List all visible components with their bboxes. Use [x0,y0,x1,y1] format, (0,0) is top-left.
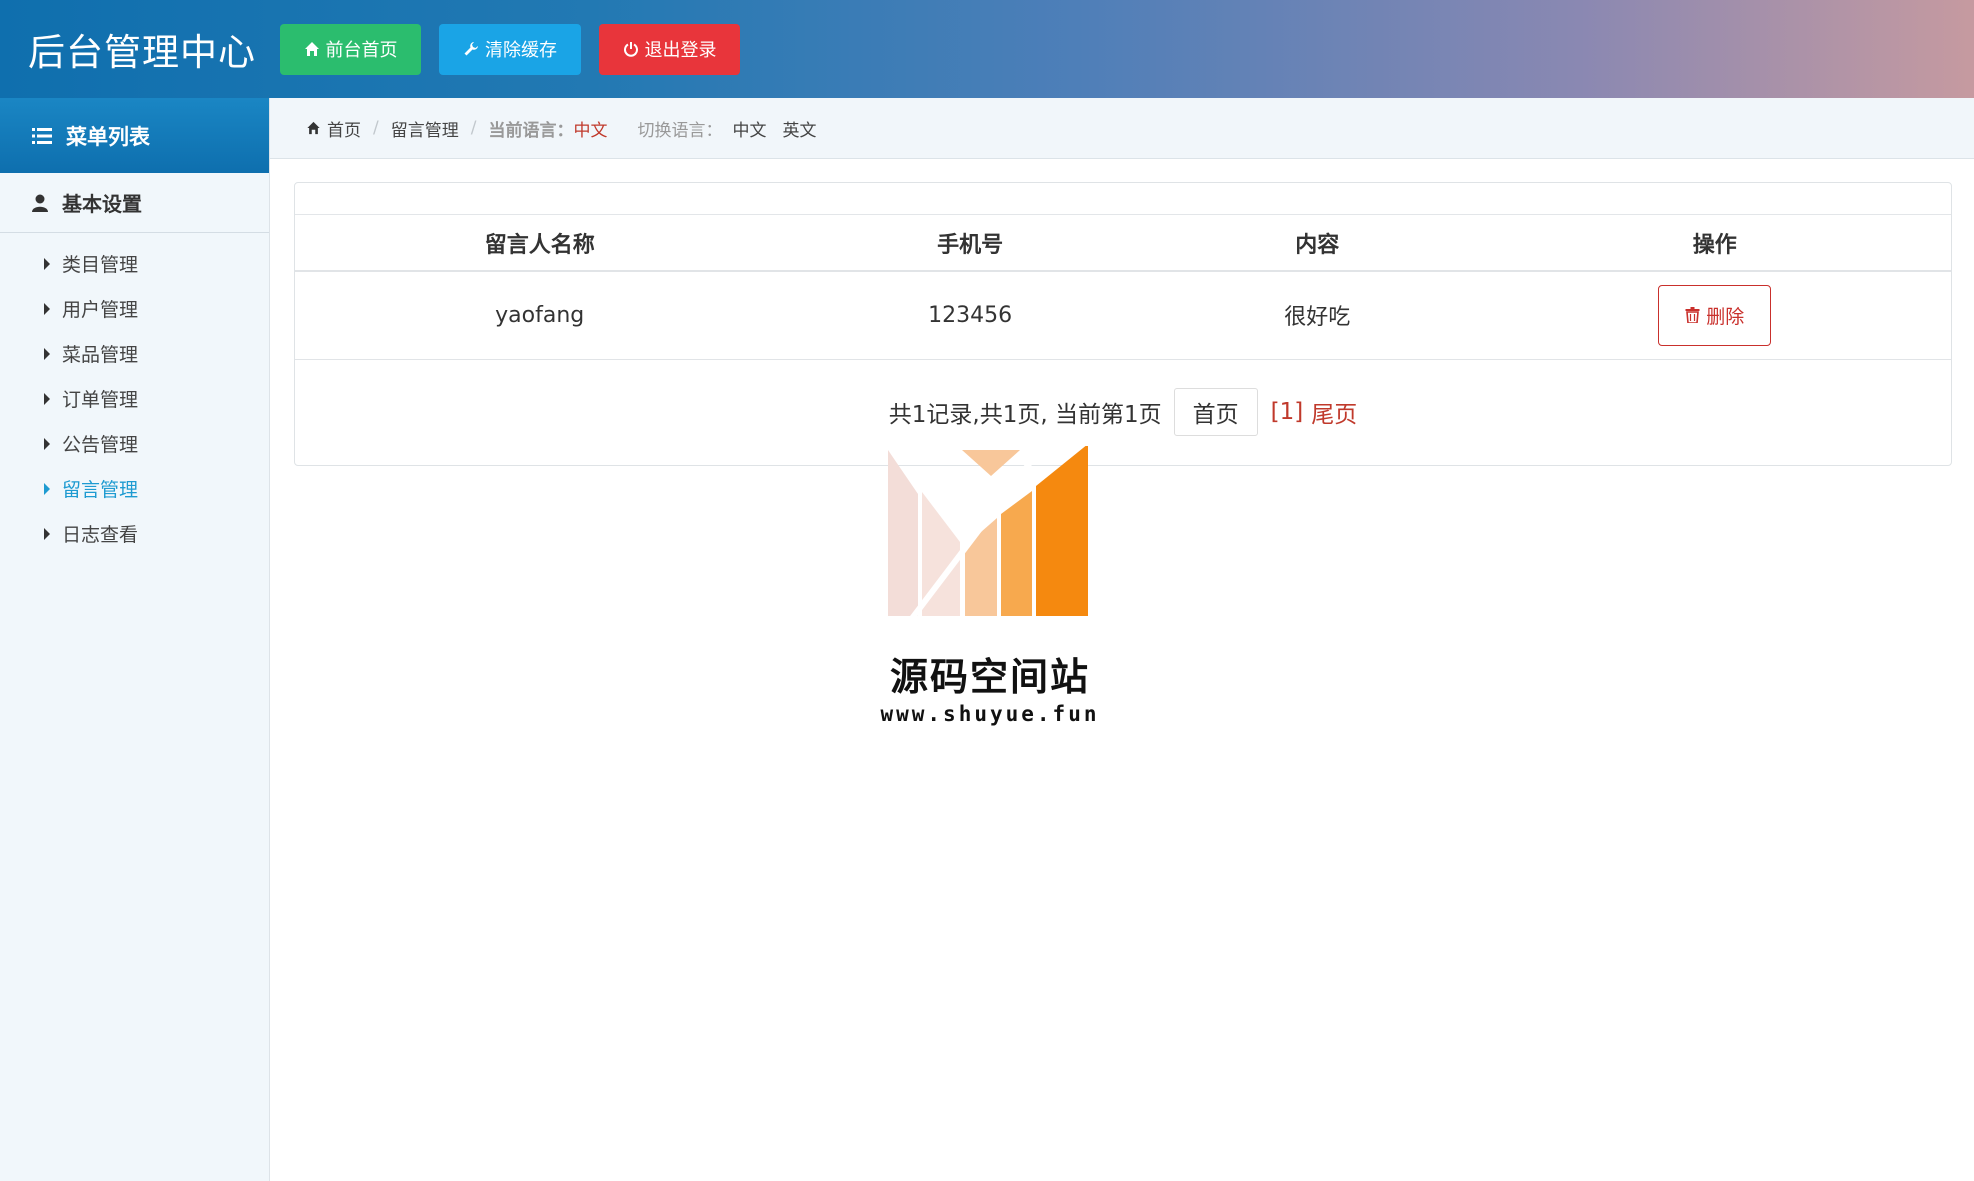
sidebar-item-messages[interactable]: 留言管理 [0,466,269,511]
sidebar-item-label: 订单管理 [62,389,139,411]
panel-heading [295,183,1951,215]
current-language-value: 中文 [573,120,608,141]
basic-settings-section[interactable]: 基本设置 [0,173,269,233]
basic-settings-title: 基本设置 [62,192,142,216]
caret-right-icon [44,437,50,450]
breadcrumb-home[interactable]: 首页 [306,116,361,141]
list-icon [32,127,52,144]
clear-cache-label: 清除缓存 [485,40,557,61]
frontend-home-label: 前台首页 [325,40,398,61]
last-page-link[interactable]: 尾页 [1311,395,1357,429]
app-title: 后台管理中心 [28,31,256,74]
breadcrumb-separator: / [470,118,477,138]
sidebar-item-label: 菜品管理 [62,344,139,366]
caret-right-icon [44,527,50,540]
breadcrumb-home-label: 首页 [327,120,361,141]
sidebar-item-users[interactable]: 用户管理 [0,286,269,331]
caret-right-icon [44,257,50,270]
caret-right-icon [44,392,50,405]
message-list-panel: 留言人名称 手机号 内容 操作 yaofang 123456 很好吃 删除 共1… [294,182,1952,466]
cell-content: 很好吃 [1155,271,1479,360]
sidebar-item-notices[interactable]: 公告管理 [0,421,269,466]
sidebar-item-logs[interactable]: 日志查看 [0,511,269,556]
table-row: yaofang 123456 很好吃 删除 [295,271,1951,360]
cell-name: yaofang [295,271,785,360]
clear-cache-button[interactable]: 清除缓存 [439,23,581,75]
home-icon [307,121,320,135]
sidebar-item-label: 公告管理 [62,434,139,456]
column-header-phone: 手机号 [784,215,1156,272]
sidebar-item-label: 日志查看 [62,524,139,546]
current-page-link[interactable]: [1] [1271,399,1304,425]
watermark-url: www.shuyue.fun [880,702,1100,726]
logout-label: 退出登录 [644,40,717,61]
pagination-summary: 共1记录,共1页, 当前第1页 [888,401,1162,428]
column-header-action: 操作 [1478,215,1951,272]
sidebar-item-category[interactable]: 类目管理 [0,241,269,286]
sidebar-item-label: 用户管理 [62,299,139,321]
column-header-content: 内容 [1155,215,1479,272]
cell-phone: 123456 [784,271,1156,360]
breadcrumb-separator: / [373,118,379,138]
sidebar-item-dishes[interactable]: 菜品管理 [0,331,269,376]
delete-button[interactable]: 删除 [1658,284,1772,346]
top-header: 后台管理中心 前台首页 清除缓存 退出登录 [0,0,1974,98]
menu-list-header: 菜单列表 [0,98,269,173]
watermark-title: 源码空间站 [889,655,1090,699]
sidebar: 菜单列表 基本设置 类目管理 用户管理 菜品管理 订单管理 公告管理 留言管理 … [0,98,270,1181]
column-header-name: 留言人名称 [295,215,785,272]
table-header-row: 留言人名称 手机号 内容 操作 [295,215,1951,272]
sidebar-item-label: 留言管理 [62,479,139,501]
watermark: 源码空间站 www.shuyue.fun [870,446,1110,736]
caret-right-icon [44,302,50,315]
switch-language-en-link[interactable]: 英文 [782,116,816,141]
switch-language-label: 切换语言： [637,120,723,141]
watermark-logo [888,446,1088,623]
caret-right-icon [44,347,50,360]
sidebar-item-label: 类目管理 [62,254,139,276]
message-table: 留言人名称 手机号 内容 操作 yaofang 123456 很好吃 删除 [295,215,1951,360]
switch-language-zh-link[interactable]: 中文 [732,116,766,141]
power-icon [623,42,638,57]
logout-button[interactable]: 退出登录 [599,23,740,75]
cell-action: 删除 [1478,271,1951,360]
home-icon [304,42,319,56]
delete-label: 删除 [1706,305,1745,328]
breadcrumb-current: 留言管理 [390,120,459,141]
nav-list: 类目管理 用户管理 菜品管理 订单管理 公告管理 留言管理 日志查看 [0,233,269,556]
breadcrumb: 首页 / 留言管理 / 当前语言： 中文 切换语言： 中文 英文 [270,98,1974,159]
trash-icon [1685,307,1700,324]
menu-list-title: 菜单列表 [66,124,150,149]
first-page-button[interactable]: 首页 [1173,387,1258,436]
current-language-label: 当前语言： [488,120,574,141]
user-icon [32,194,48,212]
frontend-home-button[interactable]: 前台首页 [280,23,421,75]
sidebar-item-orders[interactable]: 订单管理 [0,376,269,421]
pagination: 共1记录,共1页, 当前第1页 首页 [1] 尾页 [295,360,1951,464]
caret-right-icon [44,482,50,495]
wrench-icon [464,42,478,56]
